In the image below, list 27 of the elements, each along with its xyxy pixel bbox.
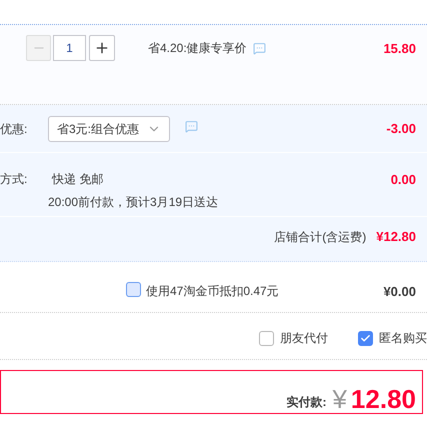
option-label: 匿名购买 bbox=[379, 330, 427, 347]
option-label: 朋友代付 bbox=[280, 330, 328, 347]
coin-amount: ¥0.00 bbox=[383, 283, 416, 301]
shipping-amount: 0.00 bbox=[390, 171, 416, 189]
pay-label: 实付款: bbox=[286, 395, 326, 409]
shipping-method: 快递 免邮 bbox=[52, 171, 104, 188]
promo-text: 省4.20:健康专享价 bbox=[148, 40, 247, 57]
shipping-label: 方式: bbox=[0, 171, 28, 188]
discount-label: 优惠: bbox=[0, 120, 28, 138]
comment-icon[interactable] bbox=[252, 42, 266, 55]
checkbox[interactable] bbox=[259, 330, 274, 346]
discount-select[interactable]: 省3元:组合优惠 bbox=[48, 116, 170, 142]
quantity-field[interactable]: 1 bbox=[53, 35, 86, 61]
pay-amount: 12.80 bbox=[350, 386, 416, 412]
coin-deduction-label: 使用47淘金币抵扣0.47元 bbox=[146, 283, 279, 300]
checkbox[interactable] bbox=[126, 282, 141, 297]
plus-icon bbox=[94, 40, 110, 56]
checkbox[interactable] bbox=[358, 330, 373, 346]
plus-button[interactable] bbox=[89, 35, 115, 61]
delivery-estimate: 20:00前付款，预计3月19日送达 bbox=[48, 194, 218, 211]
store-total-amount: ¥12.80 bbox=[376, 228, 416, 246]
currency-symbol: ¥ bbox=[332, 386, 347, 412]
comment-icon[interactable] bbox=[185, 120, 198, 133]
check-icon bbox=[360, 332, 371, 344]
store-total-label: 店铺合计(含运费) bbox=[274, 229, 366, 246]
discount-amount: -3.00 bbox=[386, 120, 416, 138]
item-price: 15.80 bbox=[383, 40, 416, 58]
